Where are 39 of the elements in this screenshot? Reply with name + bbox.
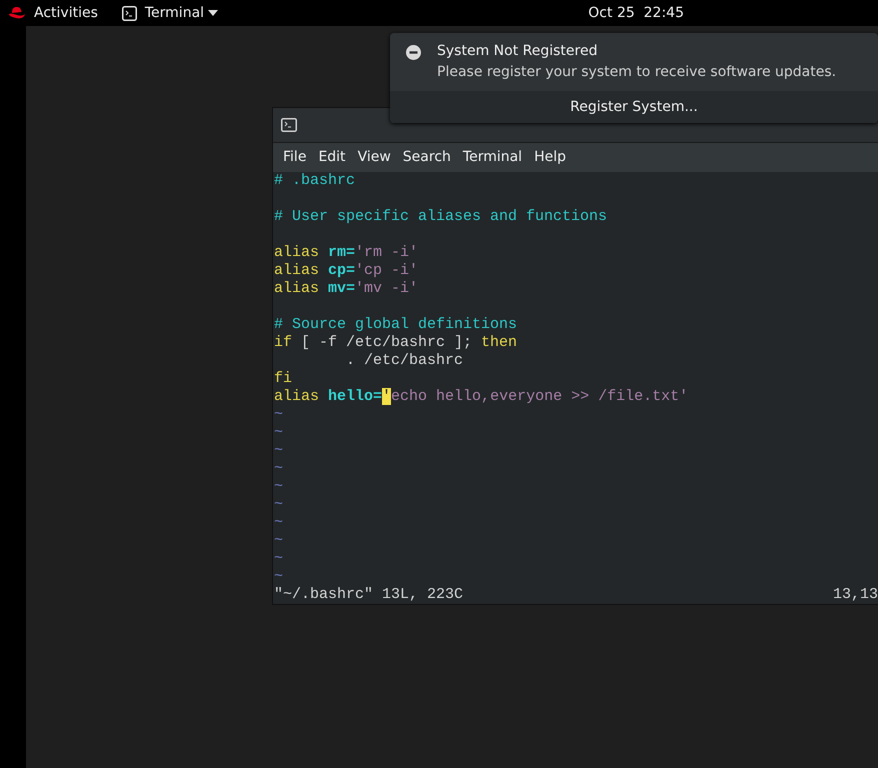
- hat-logo-icon: [8, 6, 26, 20]
- menu-item[interactable]: Terminal: [456, 143, 528, 172]
- notification-body: Please register your system to receive software updates.: [437, 63, 836, 82]
- status-message: "~/.bashrc" 13L, 223C: [274, 586, 464, 604]
- empty-line-marker: ~: [274, 424, 284, 442]
- menu-item[interactable]: View: [352, 143, 397, 172]
- terminal-icon: [122, 6, 137, 20]
- code-line: alias hello='echo hello,everyone >> /file.txt': [274, 388, 690, 406]
- code-line: # .bashrc: [274, 172, 356, 190]
- empty-line-marker: ~: [274, 478, 284, 496]
- code-line: alias mv='mv -i': [274, 280, 420, 298]
- code-line: alias rm='rm -i': [274, 244, 420, 262]
- menu-item[interactable]: File: [277, 143, 312, 172]
- cursor-position: 13,13: [832, 586, 878, 604]
- clock[interactable]: Oct 25 22:45: [588, 2, 684, 24]
- empty-line-marker: ~: [274, 496, 284, 514]
- activities-button[interactable]: Activities: [34, 2, 98, 24]
- empty-line-marker: ~: [274, 532, 284, 550]
- code-line: alias cp='cp -i': [274, 262, 420, 280]
- caret-icon: [208, 10, 218, 16]
- code-line: fi: [274, 370, 294, 388]
- empty-line-marker: ~: [274, 442, 284, 460]
- code-line: . /etc/bashrc: [345, 352, 464, 370]
- terminal-icon: [281, 118, 297, 132]
- menu-item[interactable]: Edit: [312, 143, 352, 172]
- empty-line-marker: ~: [274, 406, 284, 424]
- register-button[interactable]: Register System...: [390, 91, 878, 123]
- empty-line-marker: ~: [274, 550, 284, 568]
- app-menu[interactable]: Terminal: [122, 2, 218, 24]
- empty-line-marker: ~: [274, 568, 284, 586]
- empty-line-marker: ~: [274, 460, 284, 478]
- notification-title: System Not Registered: [437, 42, 598, 61]
- minus-circle-icon: [406, 45, 421, 60]
- empty-line-marker: ~: [274, 514, 284, 532]
- menu-item[interactable]: Search: [396, 143, 457, 172]
- code-line: if [ -f /etc/bashrc ]; then: [274, 334, 518, 352]
- code-line: # User specific aliases and functions: [274, 208, 608, 226]
- menu-item[interactable]: Help: [528, 143, 572, 172]
- code-line: # Source global definitions: [274, 316, 518, 334]
